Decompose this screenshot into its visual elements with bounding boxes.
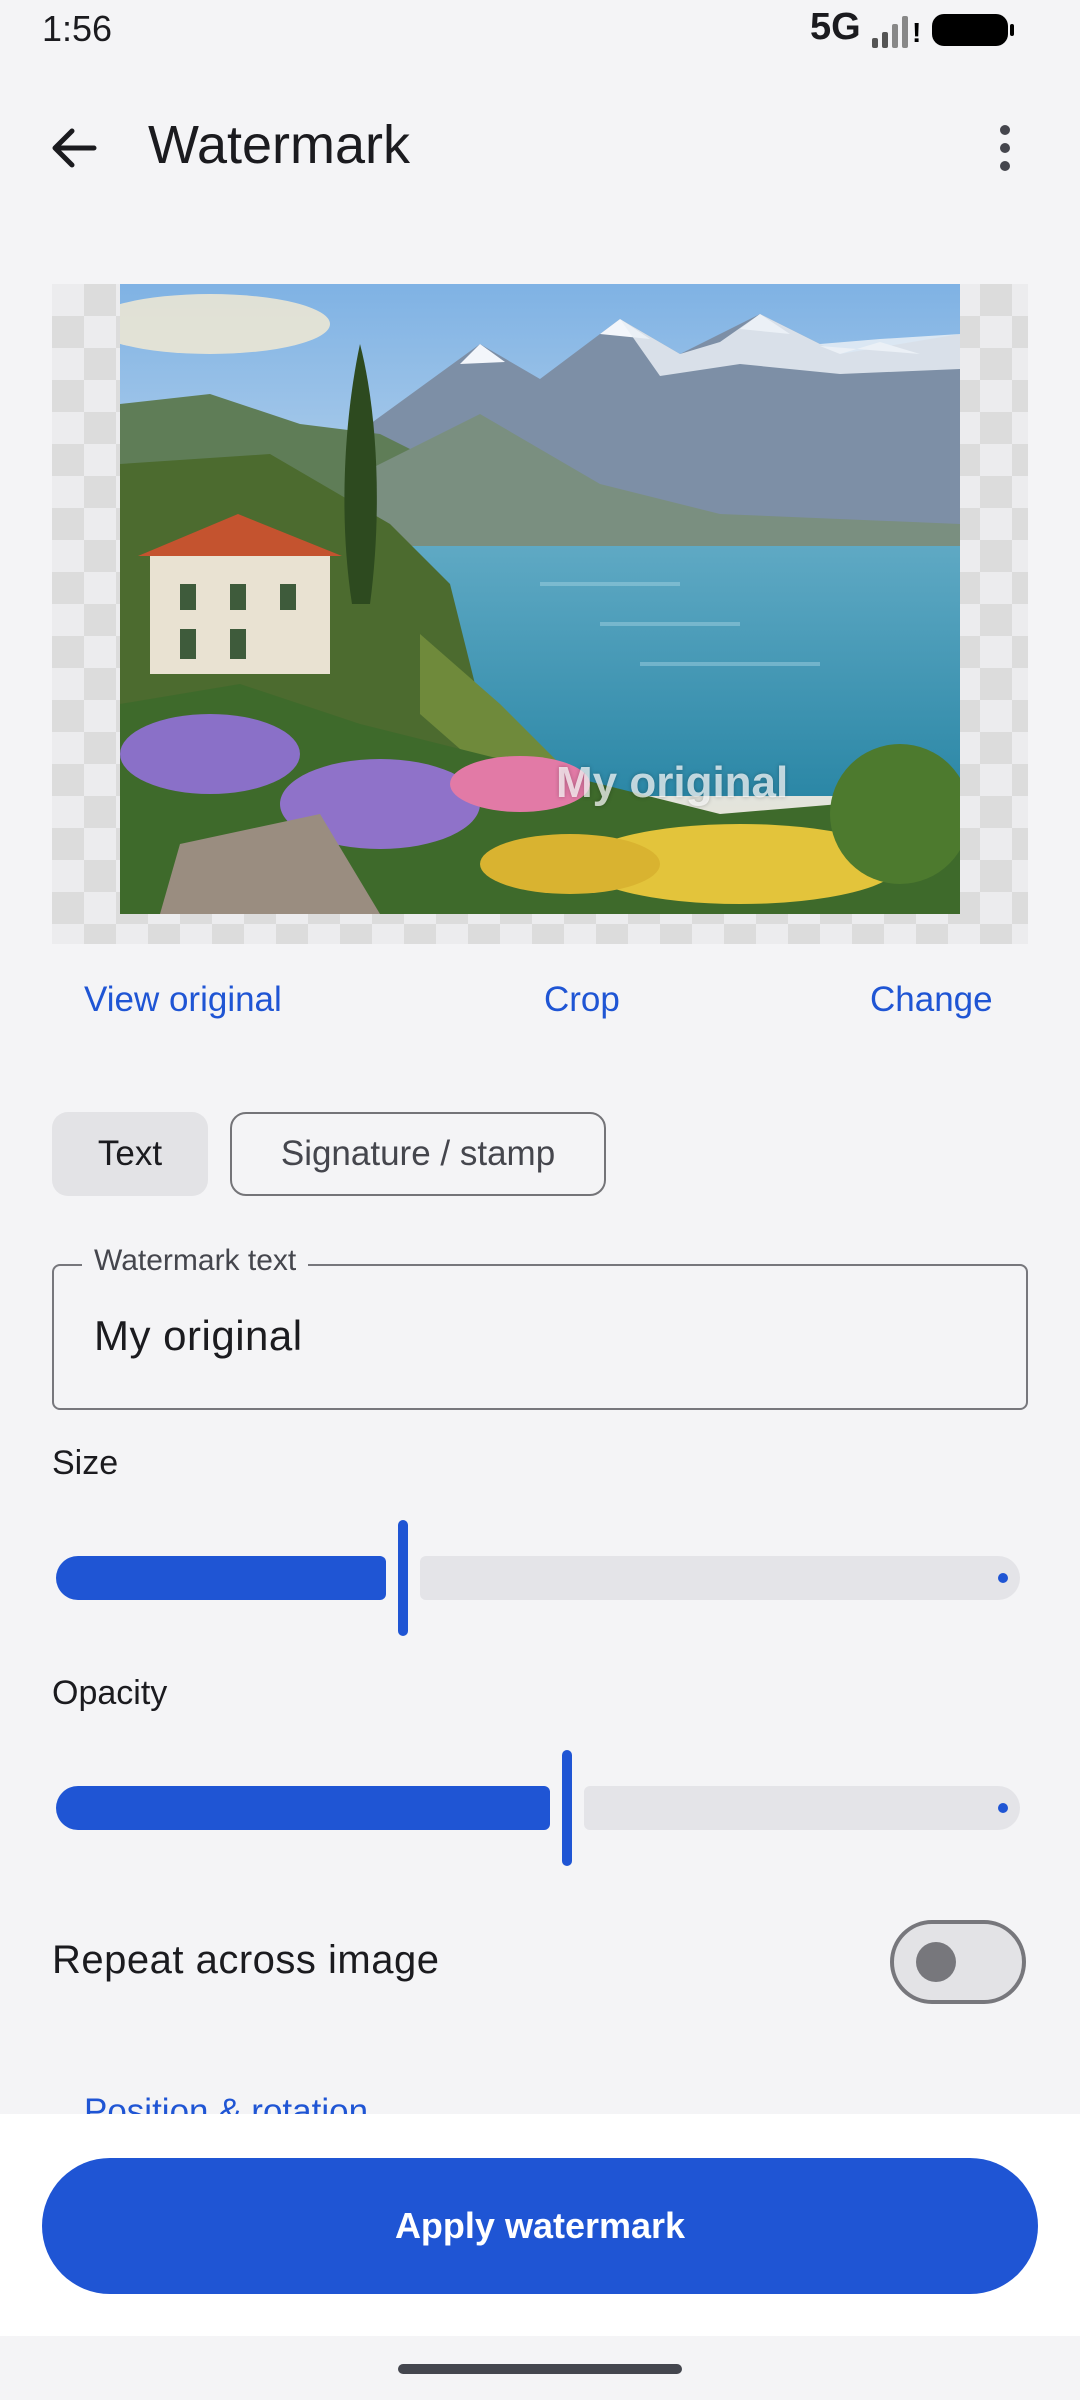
size-slider[interactable] [56,1520,1020,1636]
size-slider-end-dot [998,1573,1008,1583]
watermark-overlay: My original [556,758,789,807]
apply-watermark-button[interactable]: Apply watermark [42,2158,1038,2294]
change-button[interactable]: Change [870,980,993,1020]
gesture-nav-handle [398,2364,682,2374]
preview-photo [120,284,960,914]
signal-icon: ! [872,16,921,48]
status-time: 1:56 [42,8,113,49]
size-slider-thumb[interactable] [398,1520,408,1636]
battery-icon [932,14,1014,46]
crop-button[interactable]: Crop [544,980,620,1020]
opacity-slider-end-dot [998,1803,1008,1813]
back-arrow-icon[interactable] [44,118,104,178]
mode-chip-signature[interactable]: Signature / stamp [230,1112,606,1196]
opacity-slider-thumb[interactable] [562,1750,572,1866]
mode-chip-text[interactable]: Text [52,1112,208,1196]
size-slider-inactive-track [420,1556,1020,1600]
watermark-text-value[interactable]: My original [94,1312,303,1360]
repeat-label: Repeat across image [52,1938,440,1982]
opacity-slider-active-track [56,1786,550,1830]
network-type: 5G [810,6,861,48]
view-original-button[interactable]: View original [84,980,282,1020]
watermark-text-label: Watermark text [82,1244,309,1278]
size-slider-active-track [56,1556,386,1600]
size-label: Size [52,1444,119,1482]
svg-text:!: ! [912,17,921,48]
repeat-toggle[interactable] [890,1920,1026,2004]
opacity-slider-inactive-track [584,1786,1020,1830]
opacity-slider[interactable] [56,1750,1020,1866]
repeat-toggle-knob [916,1942,956,1982]
more-options-icon[interactable] [990,118,1020,178]
page-title: Watermark [148,115,411,175]
opacity-label: Opacity [52,1674,168,1712]
